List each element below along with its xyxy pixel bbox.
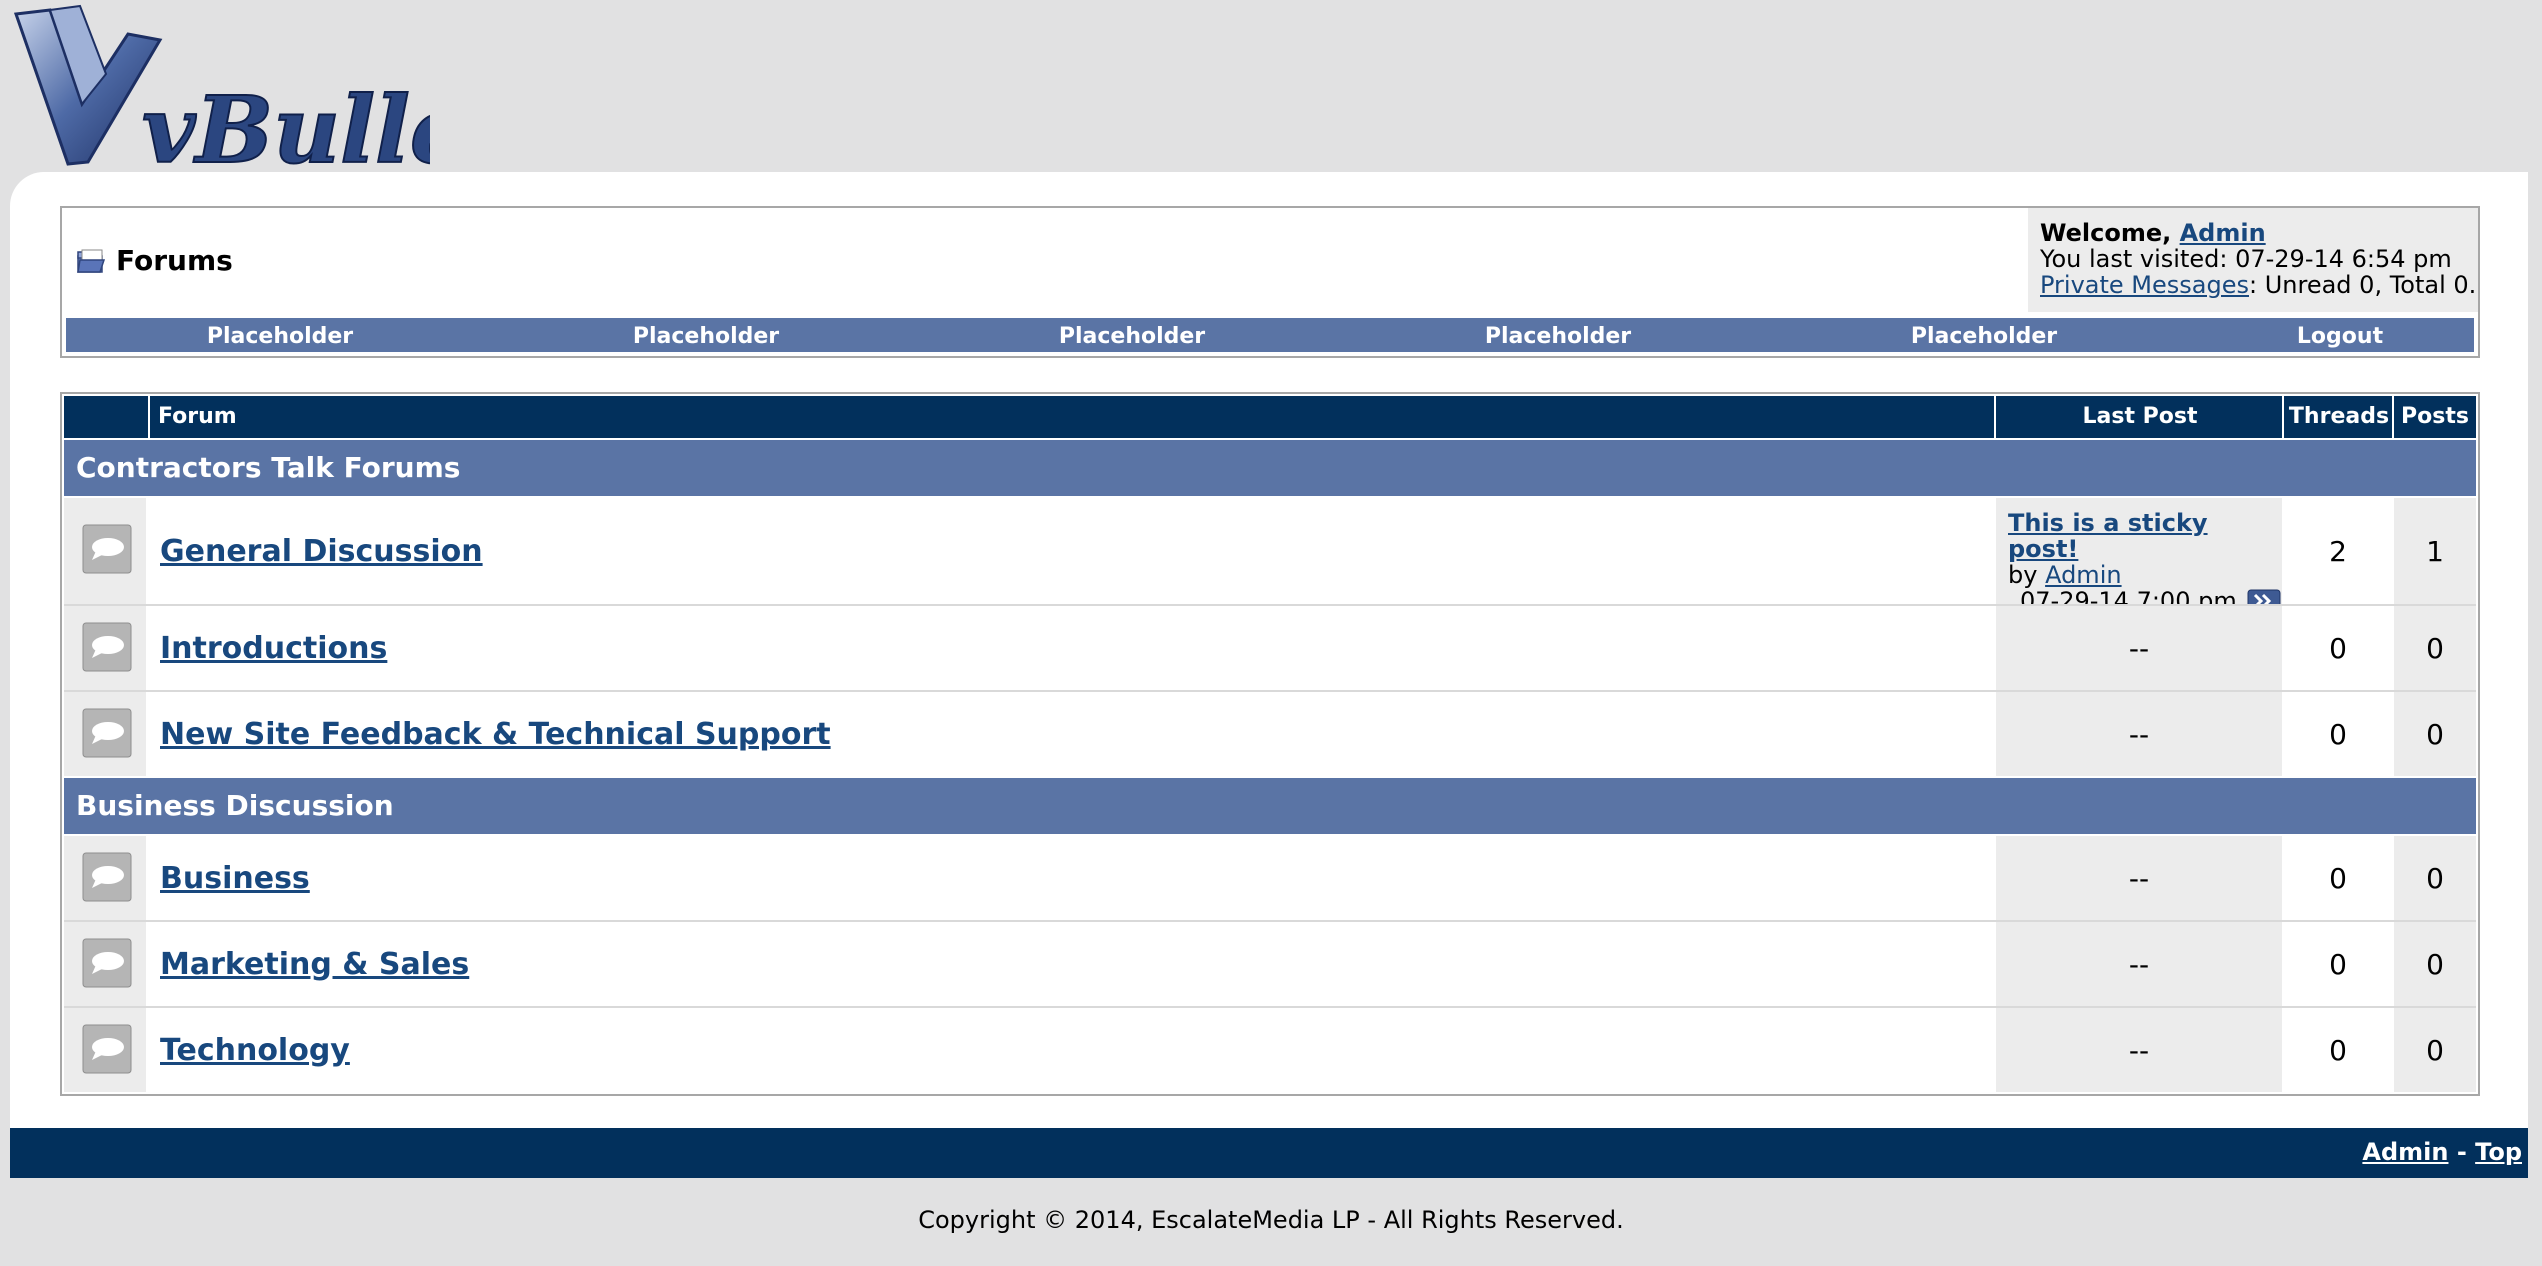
forum-status-icon [82, 1024, 132, 1074]
forum-status-cell [64, 922, 146, 1006]
nav-link-placeholder-4[interactable]: Placeholder [1485, 324, 1631, 349]
posts-count: 0 [2394, 606, 2476, 690]
forum-name-cell: Technology [148, 1008, 1994, 1092]
last-post-author-link[interactable]: Admin [2045, 561, 2122, 589]
posts-count: 0 [2394, 922, 2476, 1006]
last-post-cell: -- [1996, 606, 2282, 690]
category-contractors-talk-forums[interactable]: Contractors Talk Forums [64, 440, 2476, 496]
svg-text:vBulletin: vBulletin [142, 76, 430, 174]
footer-top-link[interactable]: Top [2475, 1138, 2522, 1166]
forum-status-cell [64, 836, 146, 920]
header-area: vBulletin [0, 0, 2542, 174]
copyright-text: Copyright © 2014, EscalateMedia LP - All… [918, 1206, 1624, 1234]
posts-count: 1 [2394, 498, 2476, 604]
col-posts: Posts [2392, 396, 2476, 438]
forum-row: Marketing & Sales -- 0 0 [64, 922, 2476, 1006]
nav-link-placeholder-2[interactable]: Placeholder [633, 324, 779, 349]
forum-status-cell [64, 692, 146, 776]
col-threads: Threads [2282, 396, 2394, 438]
forum-name-cell: Business [148, 836, 1994, 920]
threads-count: 0 [2284, 606, 2392, 690]
last-post-cell: -- [1996, 692, 2282, 776]
forum-link-business[interactable]: Business [160, 861, 310, 896]
threads-count: 0 [2284, 922, 2392, 1006]
vbulletin-logo[interactable]: vBulletin [10, 4, 430, 174]
forum-row: General Discussion This is a sticky post… [64, 498, 2476, 614]
threads-count: 0 [2284, 1008, 2392, 1092]
welcome-panel: Welcome, Admin You last visited: 07-29-1… [2028, 208, 2478, 312]
posts-count: 0 [2394, 692, 2476, 776]
forum-table: Forum Last Post Threads Posts Contractor… [60, 392, 2480, 1096]
nav-link-placeholder-5[interactable]: Placeholder [1911, 324, 2057, 349]
nav-link-placeholder-3[interactable]: Placeholder [1059, 324, 1205, 349]
welcome-label: Welcome, [2040, 219, 2180, 247]
forum-status-icon [82, 938, 132, 988]
last-post-title-link[interactable]: This is a sticky post! [2008, 509, 2208, 563]
threads-count: 0 [2284, 692, 2392, 776]
forum-folder-icon [77, 249, 106, 273]
col-last-post: Last Post [1994, 396, 2284, 438]
nav-link-logout[interactable]: Logout [2297, 324, 2383, 349]
forum-status-cell [64, 1008, 146, 1092]
nav-link-placeholder-1[interactable]: Placeholder [207, 324, 353, 349]
forum-name-cell: General Discussion [148, 498, 1994, 604]
threads-count: 2 [2284, 498, 2392, 604]
forum-row: New Site Feedback & Technical Support --… [64, 692, 2476, 776]
navbar-top: Forums Welcome, Admin You last visited: … [62, 208, 2478, 314]
forum-link-introductions[interactable]: Introductions [160, 631, 387, 666]
forum-link-marketing-sales[interactable]: Marketing & Sales [160, 947, 469, 982]
private-messages-link[interactable]: Private Messages [2040, 271, 2249, 299]
forum-link-technology[interactable]: Technology [160, 1033, 350, 1068]
category-business-discussion[interactable]: Business Discussion [64, 778, 2476, 834]
col-forum: Forum [148, 396, 1994, 438]
page-title: Forums [76, 244, 233, 277]
footer-separator: - [2448, 1138, 2476, 1166]
forums-title-text: Forums [116, 244, 233, 277]
forum-status-icon [82, 852, 132, 902]
username-link[interactable]: Admin [2180, 219, 2266, 247]
nav-links-bar: Placeholder Placeholder Placeholder Plac… [64, 316, 2476, 354]
forum-link-site-feedback[interactable]: New Site Feedback & Technical Support [160, 717, 831, 752]
last-post-cell: -- [1996, 836, 2282, 920]
last-post-cell: -- [1996, 1008, 2282, 1092]
forum-name-cell: New Site Feedback & Technical Support [148, 692, 1994, 776]
posts-count: 0 [2394, 1008, 2476, 1092]
last-visited-text: You last visited: 07-29-14 6:54 pm [2040, 245, 2452, 273]
last-post-cell: -- [1996, 922, 2282, 1006]
navbar: Forums Welcome, Admin You last visited: … [60, 206, 2480, 358]
forum-row: Introductions -- 0 0 [64, 606, 2476, 690]
forum-status-icon [82, 524, 132, 574]
forum-status-icon [82, 708, 132, 758]
footer-bar: Admin - Top [10, 1128, 2528, 1178]
forum-status-cell [64, 498, 146, 604]
forum-row: Technology -- 0 0 [64, 1008, 2476, 1092]
last-post-by-label: by [2008, 561, 2046, 589]
forum-row: Business -- 0 0 [64, 836, 2476, 920]
forum-link-general-discussion[interactable]: General Discussion [160, 534, 483, 569]
forum-name-cell: Marketing & Sales [148, 922, 1994, 1006]
footer-admin-link[interactable]: Admin [2362, 1138, 2448, 1166]
threads-count: 0 [2284, 836, 2392, 920]
last-post-cell: This is a sticky post! by Admin 07-29-14… [1996, 498, 2282, 614]
footer-links: Admin - Top [2362, 1138, 2522, 1166]
forum-status-icon [82, 622, 132, 672]
posts-count: 0 [2394, 836, 2476, 920]
table-header: Forum Last Post Threads Posts [64, 396, 2476, 438]
pm-stats-text: : Unread 0, Total 0. [2249, 271, 2477, 299]
forum-name-cell: Introductions [148, 606, 1994, 690]
forum-status-cell [64, 606, 146, 690]
